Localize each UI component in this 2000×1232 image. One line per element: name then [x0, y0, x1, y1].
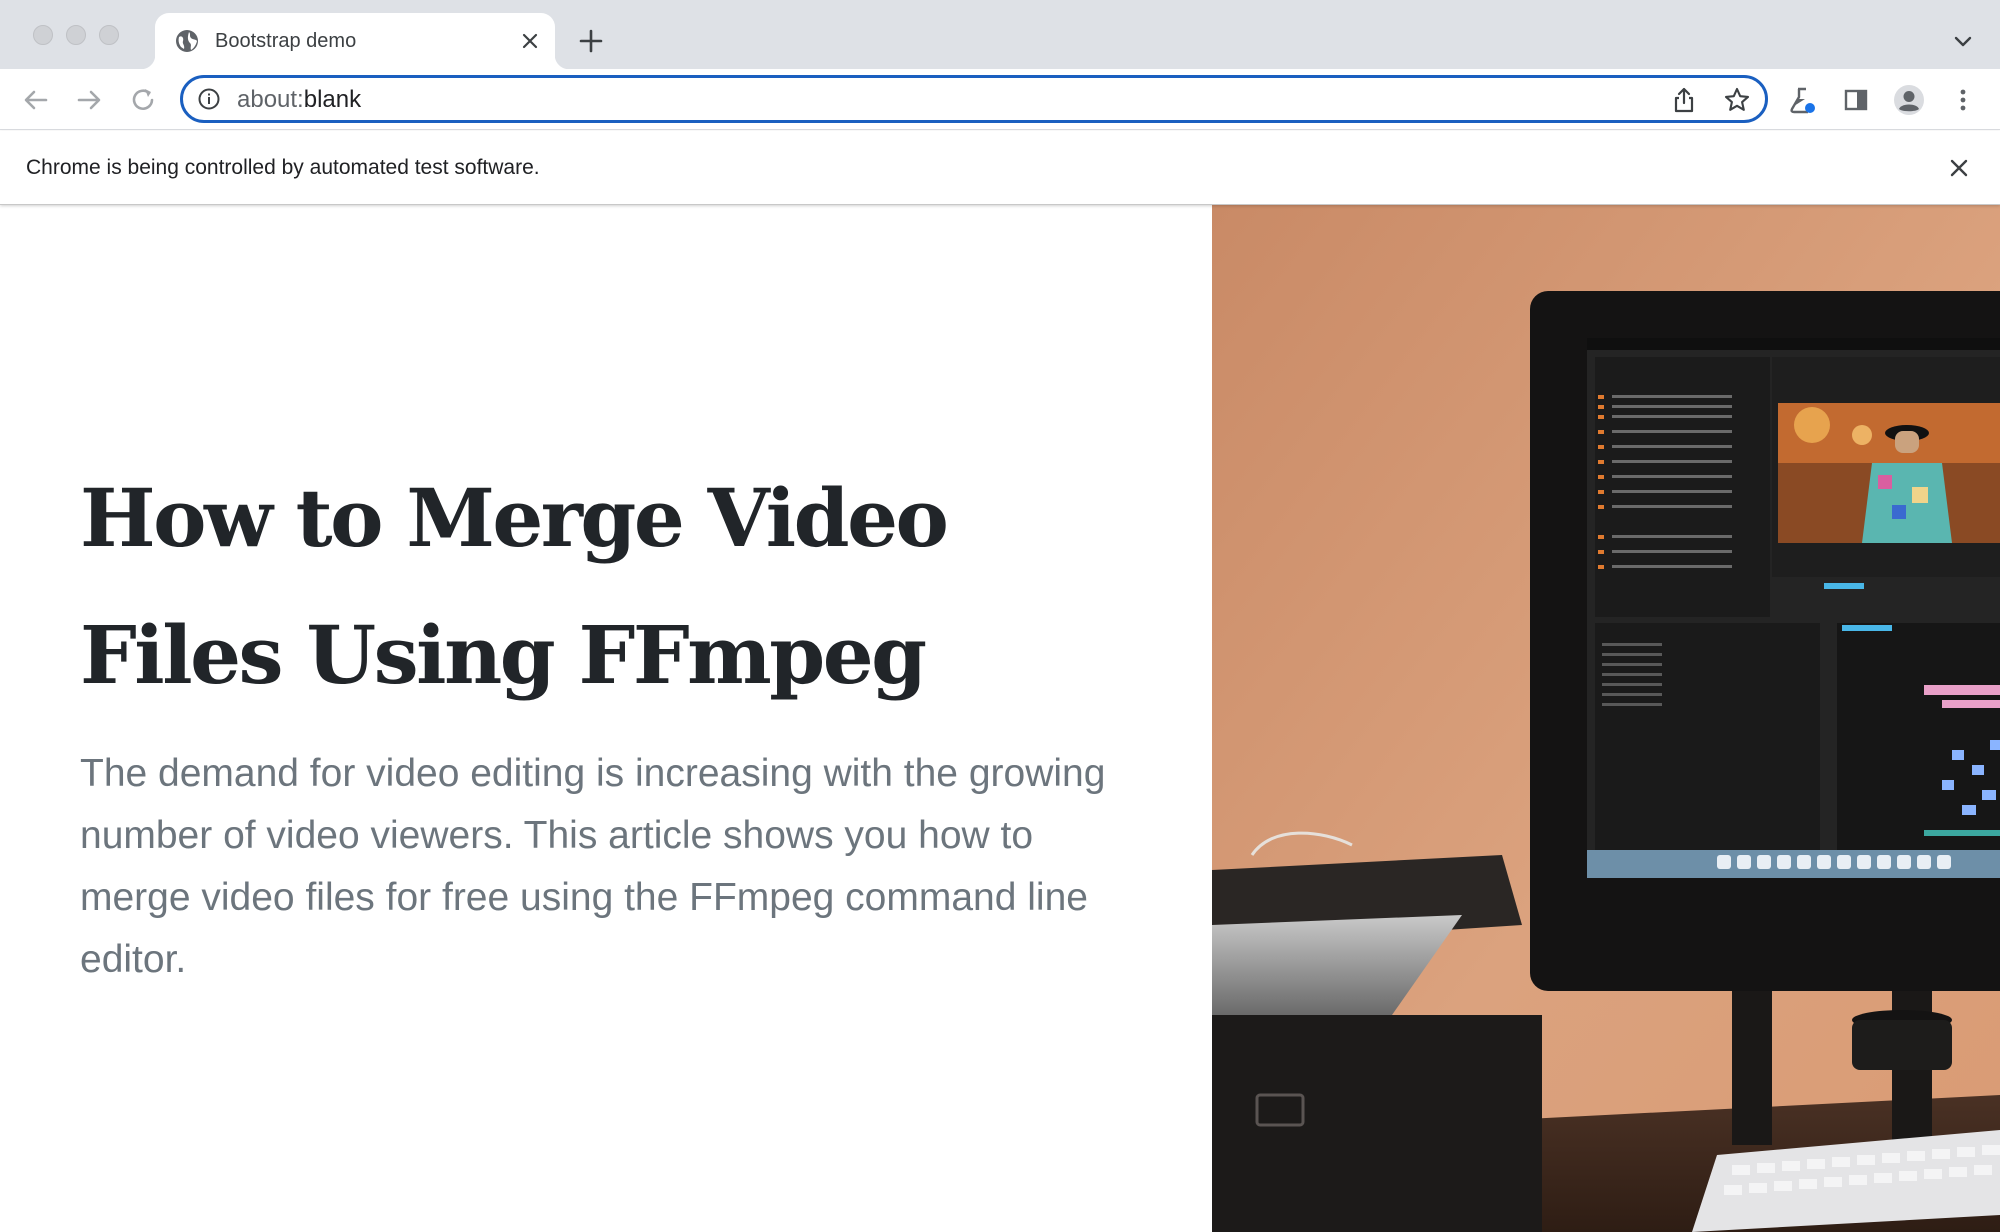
tab-strip: Bootstrap demo [0, 0, 2000, 69]
share-icon[interactable] [1671, 86, 1697, 114]
tab-title: Bootstrap demo [215, 30, 357, 52]
side-panel-icon[interactable] [1840, 84, 1872, 116]
avatar-icon[interactable] [1893, 84, 1925, 116]
close-icon[interactable] [519, 30, 541, 52]
reload-icon[interactable] [127, 84, 159, 116]
lead-paragraph: The demand for video editing is increasi… [80, 752, 1106, 981]
address-bar[interactable]: about:blank [180, 75, 1768, 123]
url-text[interactable]: about:blank [237, 86, 361, 114]
infobar-message: Chrome is being controlled by automated … [26, 156, 540, 179]
hero-image [1212, 205, 2000, 1232]
url-scheme: about: [237, 86, 304, 113]
window-close-dot[interactable] [33, 25, 53, 45]
kebab-menu-icon[interactable] [1947, 84, 1979, 116]
window-zoom-dot[interactable] [99, 25, 119, 45]
url-host: blank [303, 86, 362, 113]
page-title: How to Merge Video Files Using FFmpeg [80, 471, 949, 702]
chevron-down-icon[interactable] [1952, 30, 1974, 52]
window-minimize-dot[interactable] [66, 25, 86, 45]
globe-icon [176, 30, 198, 52]
plus-icon[interactable] [578, 28, 604, 54]
flask-icon[interactable] [1786, 84, 1818, 116]
browser-toolbar: about:blank [0, 69, 2000, 130]
page-content: How to Merge Video Files Using FFmpeg Th… [0, 205, 2000, 1232]
info-icon[interactable] [197, 87, 221, 111]
monitor-with-video-editor-photo [1212, 205, 2000, 1232]
arrow-left-icon[interactable] [20, 84, 52, 116]
close-icon[interactable] [1948, 157, 1970, 179]
star-icon[interactable] [1723, 86, 1751, 114]
automation-infobar: Chrome is being controlled by automated … [0, 131, 2000, 205]
arrow-right-icon[interactable] [73, 84, 105, 116]
active-tab[interactable]: Bootstrap demo [141, 13, 569, 69]
